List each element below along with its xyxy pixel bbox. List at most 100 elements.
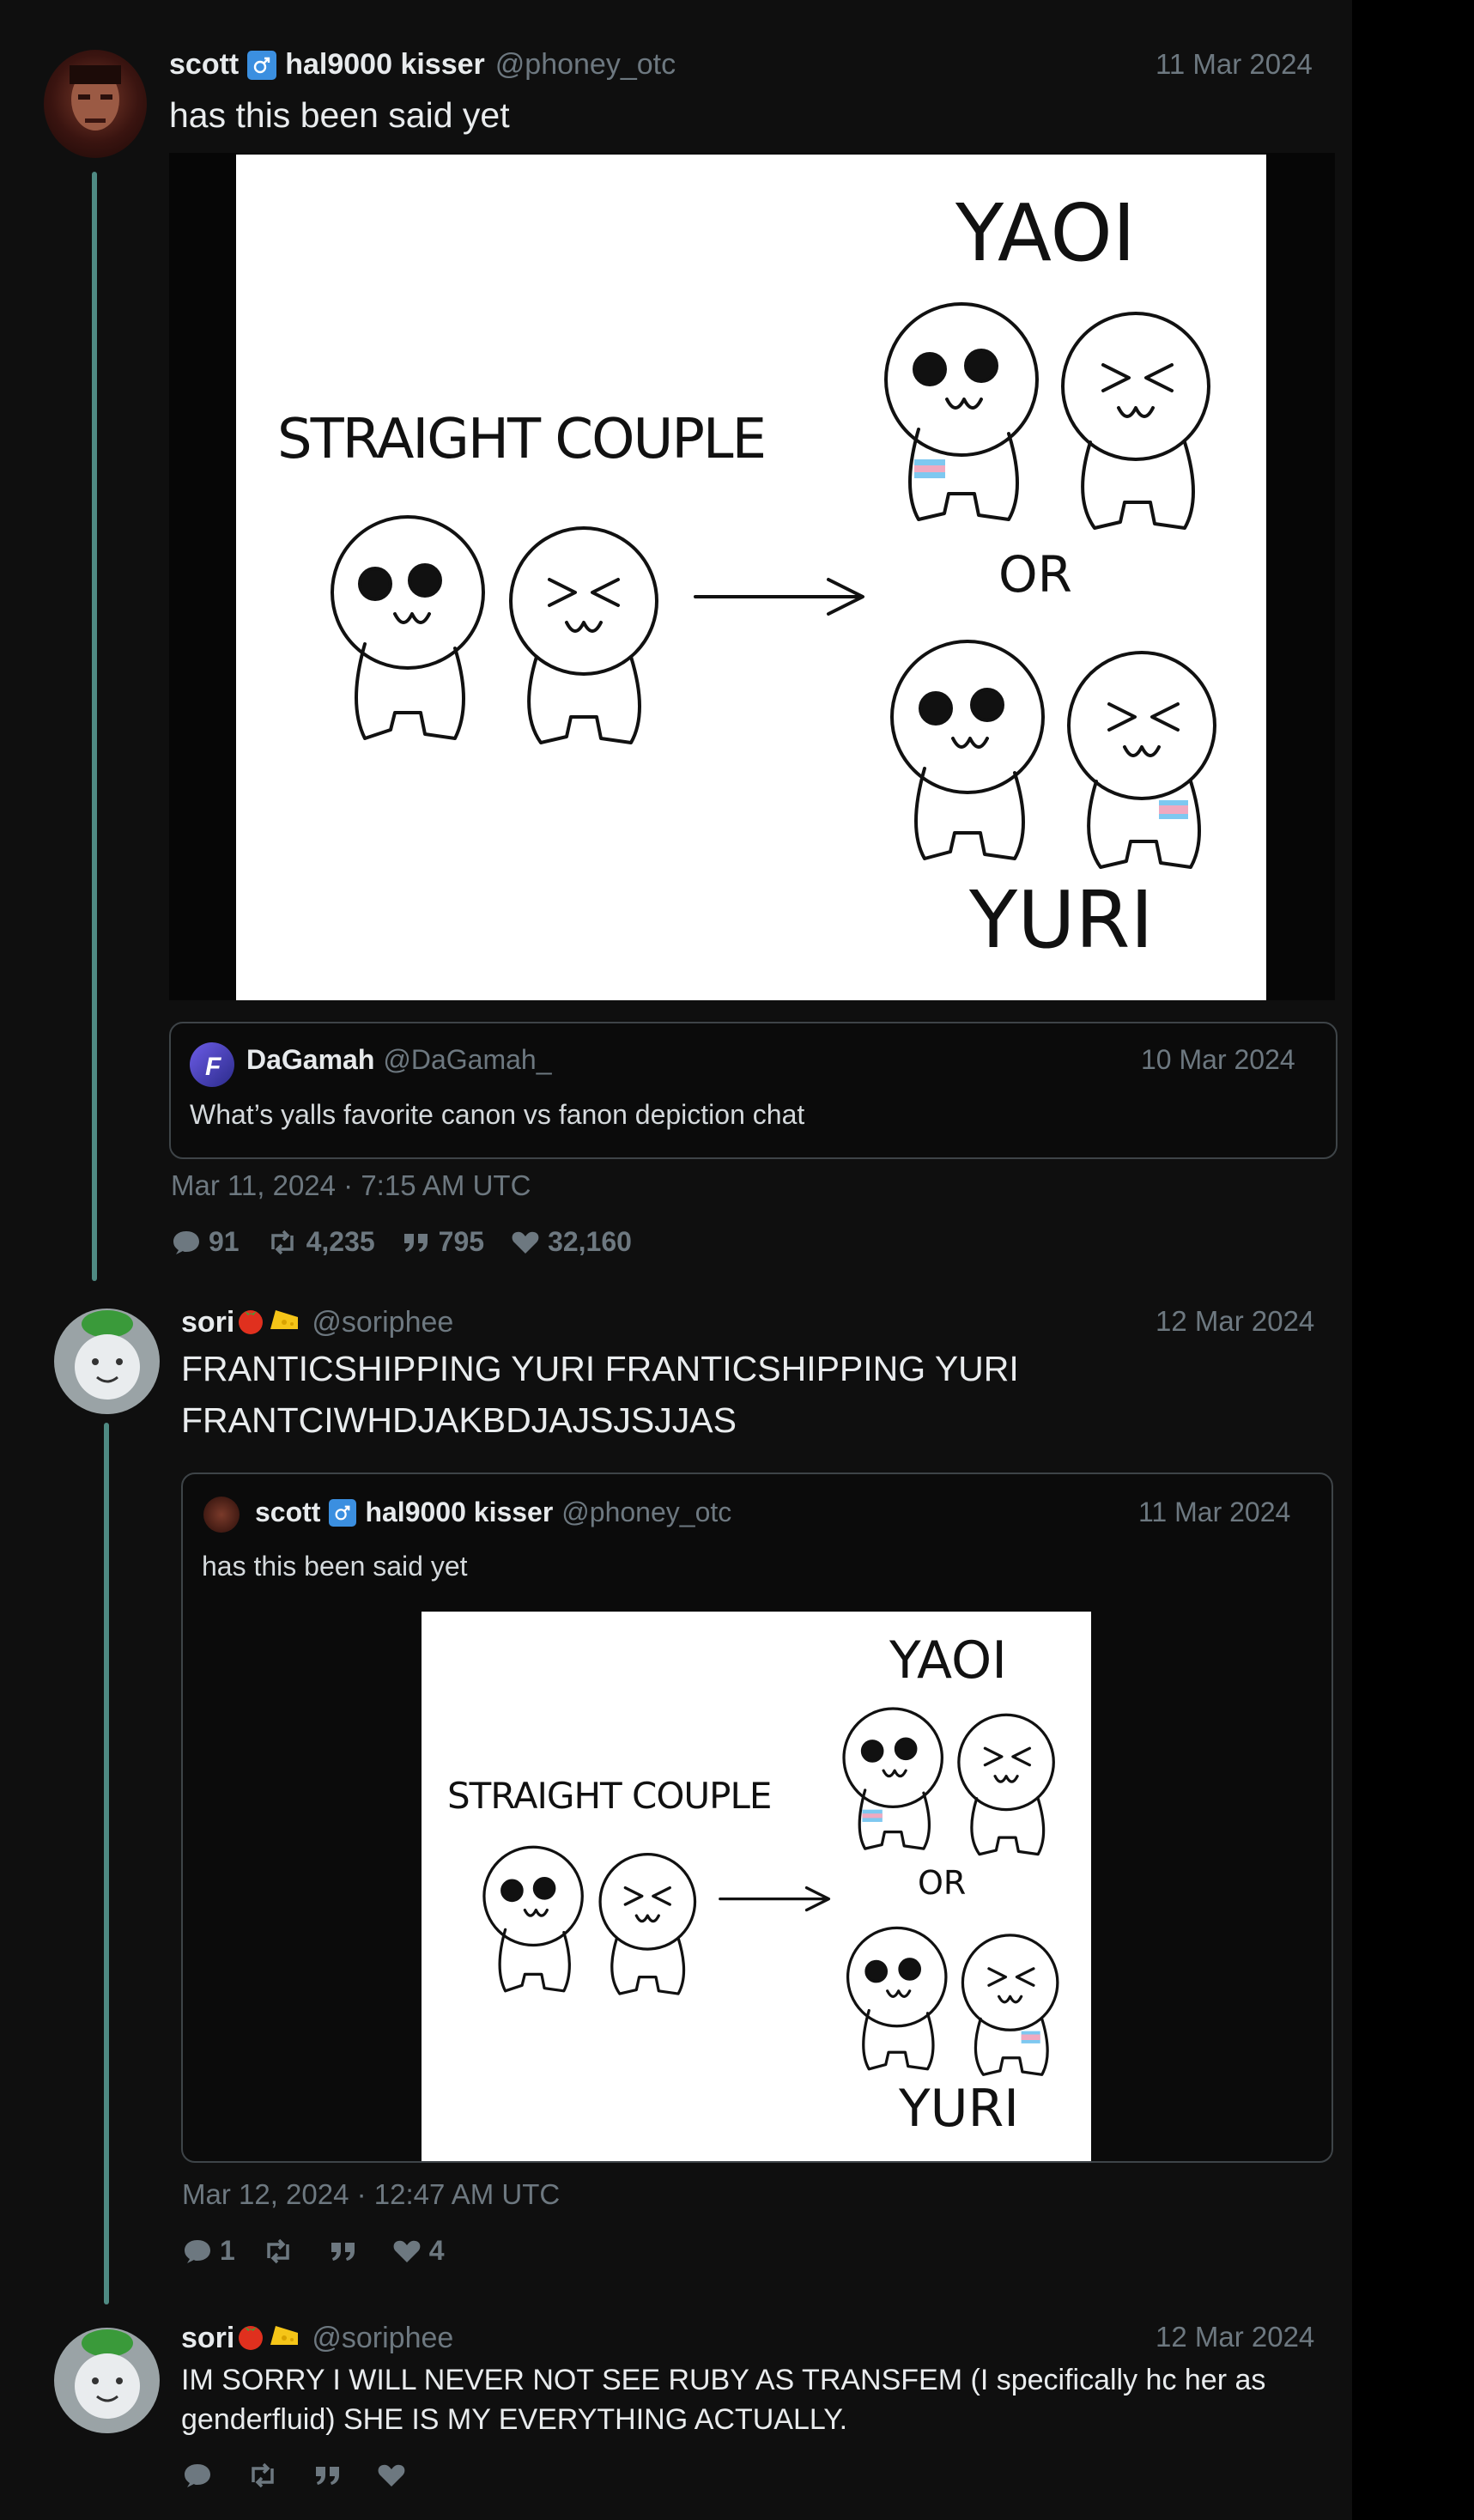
reply-count: 1 — [220, 2235, 235, 2266]
quote-button[interactable] — [328, 2238, 366, 2265]
quoted-tweet[interactable]: F DaGamah @DaGamah_ 10 Mar 2024 What’s y… — [169, 1022, 1338, 1159]
label-or: OR — [998, 545, 1072, 604]
author-handle[interactable]: @phoney_otc — [495, 48, 676, 82]
reply-button[interactable] — [182, 2462, 220, 2489]
tweet-timestamp[interactable]: Mar 11, 2024 · 7:15 AM UTC — [171, 1169, 531, 1202]
tweet-stats: 91 4,235 795 32,160 — [171, 1226, 658, 1258]
retweet-button[interactable]: 4,235 — [265, 1226, 375, 1258]
like-button[interactable] — [376, 2462, 414, 2489]
avatar-portrait — [75, 2329, 140, 2419]
reply-button[interactable]: 1 — [182, 2235, 235, 2267]
retweet-count: 4,235 — [306, 1226, 375, 1257]
tweet-text: IM SORRY I WILL NEVER NOT SEE RUBY AS TR… — [181, 2364, 1266, 2436]
comment-icon — [185, 2239, 210, 2263]
author-name-suffix[interactable]: hal9000 kisser — [285, 48, 485, 82]
label-straight-couple: STRAIGHT COUPLE — [277, 408, 767, 471]
quote-author-name[interactable]: DaGamah — [246, 1044, 374, 1076]
author-handle[interactable]: @soriphee — [312, 2322, 453, 2355]
label-straight-couple: STRAIGHT COUPLE — [447, 1775, 772, 1817]
character-happy-yuri — [890, 640, 1045, 860]
quote-button[interactable]: 795 — [401, 1226, 484, 1258]
like-button[interactable]: 32,160 — [510, 1226, 632, 1258]
tweet-date[interactable]: 11 Mar 2024 — [1156, 48, 1313, 81]
arrow — [694, 578, 864, 616]
svg-text:F: F — [205, 1053, 221, 1081]
label-yaoi: YAOI — [889, 1630, 1007, 1691]
author-name[interactable]: sori — [181, 2322, 234, 2355]
quote-text: What’s yalls favorite canon vs fanon dep… — [190, 1099, 805, 1130]
like-count: 4 — [428, 2235, 445, 2266]
tweet-text: FRANTICSHIPPING YURI FRANTICSHIPPING YUR… — [181, 1349, 1019, 1440]
character-squint-yuri — [1067, 651, 1216, 869]
thread-line — [92, 172, 97, 1281]
meme-drawing: STRAIGHT COUPLE YAOI OR YURI — [236, 155, 1266, 1000]
tweet-stats: 1 4 — [182, 2235, 470, 2267]
thread-line — [104, 1423, 109, 2304]
tweet-header: sori @soriphee — [181, 2321, 453, 2356]
tomato-icon — [234, 1305, 267, 1340]
heart-icon — [512, 1231, 539, 1254]
quoted-tweet[interactable]: scott hal9000 kisser @phoney_otc 11 Mar … — [181, 1473, 1333, 2163]
like-count: 32,160 — [548, 1226, 632, 1257]
reply-count: 91 — [209, 1226, 240, 1257]
quote-header: DaGamah @DaGamah_ — [246, 1044, 552, 1076]
verified-badge-icon — [329, 1498, 357, 1527]
retweet-button[interactable] — [246, 2462, 287, 2489]
quote-icon — [331, 2242, 355, 2261]
tweet-header: scott hal9000 kisser @phoney_otc — [169, 48, 676, 82]
reply-button[interactable]: 91 — [171, 1226, 240, 1258]
tweet[interactable]: scott hal9000 kisser @phoney_otc 11 Mar … — [0, 0, 1352, 1285]
avatar[interactable] — [44, 50, 147, 158]
label-yuri: YURI — [969, 874, 1154, 966]
heart-icon — [393, 2240, 421, 2262]
tomato-icon — [234, 2321, 267, 2356]
tweet-stats — [182, 2462, 440, 2489]
character-squint-yaoi — [1061, 312, 1210, 530]
quote-text: has this been said yet — [202, 1551, 468, 1582]
quote-date[interactable]: 11 Mar 2024 — [1138, 1497, 1290, 1528]
tweet-date[interactable]: 12 Mar 2024 — [1156, 1305, 1314, 1338]
like-button[interactable]: 4 — [391, 2235, 445, 2267]
quote-count: 795 — [438, 1226, 485, 1257]
cheese-icon — [267, 1305, 301, 1340]
quote-avatar[interactable]: F — [190, 1042, 234, 1087]
comment-icon — [173, 1230, 199, 1254]
avatar[interactable] — [54, 1309, 160, 1414]
character-happy — [331, 515, 485, 740]
verified-badge-icon — [247, 50, 277, 80]
quote-icon — [403, 1233, 428, 1252]
quote-avatar[interactable] — [203, 1497, 240, 1533]
retweet-icon — [270, 1230, 294, 1254]
character-happy-yaoi — [884, 302, 1039, 521]
author-handle[interactable]: @soriphee — [312, 1306, 453, 1339]
retweet-icon — [252, 2462, 274, 2488]
tweet[interactable]: sori @soriphee 12 Mar 2024 FRANTICSHIPPI… — [0, 1285, 1352, 2307]
quote-author-name-suffix[interactable]: hal9000 kisser — [365, 1497, 553, 1528]
avatar-portrait — [75, 1310, 140, 1400]
quote-avatar-glyph: F — [205, 1053, 221, 1081]
tweet-timestamp[interactable]: Mar 12, 2024 · 12:47 AM UTC — [182, 2178, 560, 2211]
character-squint — [509, 526, 658, 744]
quote-author-name[interactable]: scott — [255, 1497, 320, 1528]
retweet-icon — [267, 2238, 289, 2263]
quote-author-handle[interactable]: @phoney_otc — [561, 1497, 731, 1528]
tweet-date[interactable]: 12 Mar 2024 — [1156, 2321, 1314, 2353]
label-yuri: YURI — [899, 2079, 1019, 2139]
quote-button[interactable] — [312, 2462, 350, 2489]
quote-header: scott hal9000 kisser @phoney_otc — [255, 1497, 731, 1528]
retweet-button[interactable] — [261, 2238, 302, 2265]
tweet-text: has this been said yet — [169, 95, 510, 135]
quote-date[interactable]: 10 Mar 2024 — [1141, 1044, 1295, 1076]
heart-icon — [378, 2464, 405, 2487]
comment-icon — [185, 2464, 210, 2487]
cheese-icon — [267, 2321, 301, 2356]
author-name[interactable]: scott — [169, 48, 239, 82]
author-name[interactable]: sori — [181, 1306, 234, 1339]
quote-author-handle[interactable]: @DaGamah_ — [383, 1044, 551, 1076]
tweet[interactable]: sori @soriphee 12 Mar 2024 IM SORRY I WI… — [0, 2307, 1352, 2520]
tweet-media[interactable]: STRAIGHT COUPLE YAOI OR YURI — [169, 153, 1335, 1000]
quote-media[interactable]: STRAIGHT COUPLE YAOI OR YURI — [422, 1612, 1091, 2161]
quote-icon — [316, 2467, 339, 2485]
label-or: OR — [918, 1864, 967, 1902]
avatar[interactable] — [54, 2328, 160, 2433]
